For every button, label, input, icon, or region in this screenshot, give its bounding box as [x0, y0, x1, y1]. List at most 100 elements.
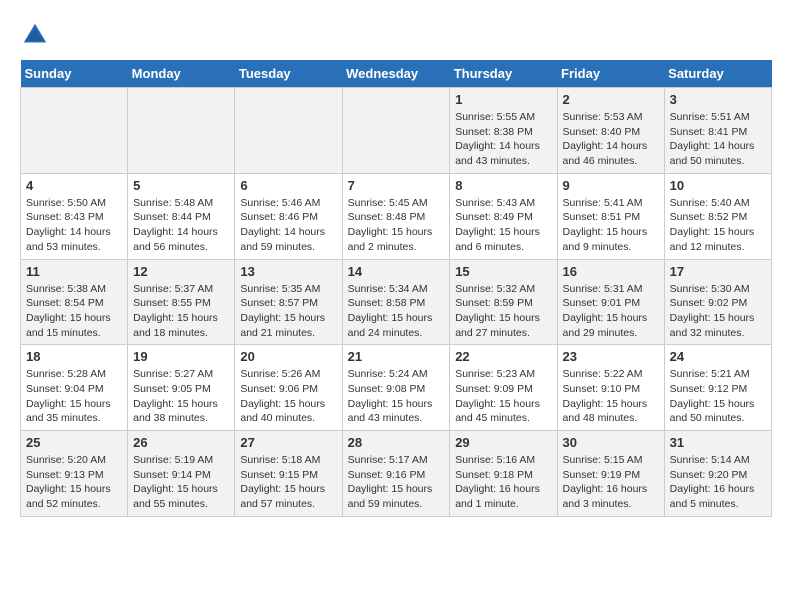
- day-info: Sunrise: 5:16 AM Sunset: 9:18 PM Dayligh…: [455, 453, 551, 512]
- calendar-cell: 6Sunrise: 5:46 AM Sunset: 8:46 PM Daylig…: [235, 173, 342, 259]
- day-info: Sunrise: 5:24 AM Sunset: 9:08 PM Dayligh…: [348, 367, 445, 426]
- day-header-friday: Friday: [557, 60, 664, 88]
- day-info: Sunrise: 5:21 AM Sunset: 9:12 PM Dayligh…: [670, 367, 766, 426]
- calendar-table: SundayMondayTuesdayWednesdayThursdayFrid…: [20, 60, 772, 517]
- calendar-week-row: 11 Sunrise: 5:38 AM Sunset: 8:54 PM Dayli…: [21, 259, 772, 345]
- day-header-monday: Monday: [128, 60, 235, 88]
- day-info: Sunrise: 5:17 AM Sunset: 9:16 PM Dayligh…: [348, 453, 445, 512]
- calendar-cell: 7 Sunrise: 5:45 AM Sunset: 8:48 PM Daylig…: [342, 173, 450, 259]
- calendar-cell: 24 Sunrise: 5:21 AM Sunset: 9:12 PM Dayli…: [664, 345, 771, 431]
- calendar-cell: 5 Sunrise: 5:48 AM Sunset: 8:44 PM Daylig…: [128, 173, 235, 259]
- calendar-cell: 3 Sunrise: 5:51 AM Sunset: 8:41 PM Daylig…: [664, 88, 771, 174]
- day-info: Sunrise: 5:18 AM Sunset: 9:15 PM Dayligh…: [240, 453, 336, 512]
- calendar-cell: 14 Sunrise: 5:34 AM Sunset: 8:58 PM Dayli…: [342, 259, 450, 345]
- logo: [20, 20, 54, 50]
- day-info: Sunrise: 5:50 AM Sunset: 8:43 PM Dayligh…: [26, 196, 122, 255]
- calendar-week-row: 25Sunrise: 5:20 AM Sunset: 9:13 PM Dayli…: [21, 431, 772, 517]
- calendar-week-row: 1Sunrise: 5:55 AM Sunset: 8:38 PM Daylig…: [21, 88, 772, 174]
- day-number: 16: [563, 264, 659, 279]
- calendar-cell: 4 Sunrise: 5:50 AM Sunset: 8:43 PM Daylig…: [21, 173, 128, 259]
- calendar-cell: 30 Sunrise: 5:15 AM Sunset: 9:19 PM Dayli…: [557, 431, 664, 517]
- day-info: Sunrise: 5:27 AM Sunset: 9:05 PM Dayligh…: [133, 367, 229, 426]
- day-info: Sunrise: 5:51 AM Sunset: 8:41 PM Dayligh…: [670, 110, 766, 169]
- day-number: 6: [240, 178, 336, 193]
- calendar-cell: [342, 88, 450, 174]
- day-info: Sunrise: 5:38 AM Sunset: 8:54 PM Dayligh…: [26, 282, 122, 341]
- day-info: Sunrise: 5:37 AM Sunset: 8:55 PM Dayligh…: [133, 282, 229, 341]
- day-number: 5: [133, 178, 229, 193]
- day-number: 8: [455, 178, 551, 193]
- day-info: Sunrise: 5:48 AM Sunset: 8:44 PM Dayligh…: [133, 196, 229, 255]
- calendar-cell: 29 Sunrise: 5:16 AM Sunset: 9:18 PM Dayli…: [450, 431, 557, 517]
- day-header-sunday: Sunday: [21, 60, 128, 88]
- day-info: Sunrise: 5:30 AM Sunset: 9:02 PM Dayligh…: [670, 282, 766, 341]
- day-info: Sunrise: 5:22 AM Sunset: 9:10 PM Dayligh…: [563, 367, 659, 426]
- calendar-cell: 18 Sunrise: 5:28 AM Sunset: 9:04 PM Dayli…: [21, 345, 128, 431]
- calendar-cell: [128, 88, 235, 174]
- day-header-thursday: Thursday: [450, 60, 557, 88]
- day-number: 24: [670, 349, 766, 364]
- day-info: Sunrise: 5:32 AM Sunset: 8:59 PM Dayligh…: [455, 282, 551, 341]
- logo-icon: [20, 20, 50, 50]
- calendar-cell: 28 Sunrise: 5:17 AM Sunset: 9:16 PM Dayli…: [342, 431, 450, 517]
- day-info: Sunrise: 5:31 AM Sunset: 9:01 PM Dayligh…: [563, 282, 659, 341]
- day-number: 12: [133, 264, 229, 279]
- day-number: 7: [348, 178, 445, 193]
- page-header: [20, 20, 772, 50]
- day-info: Sunrise: 5:40 AM Sunset: 8:52 PM Dayligh…: [670, 196, 766, 255]
- calendar-cell: 1Sunrise: 5:55 AM Sunset: 8:38 PM Daylig…: [450, 88, 557, 174]
- day-number: 18: [26, 349, 122, 364]
- day-number: 28: [348, 435, 445, 450]
- calendar-cell: 19 Sunrise: 5:27 AM Sunset: 9:05 PM Dayli…: [128, 345, 235, 431]
- calendar-cell: 21Sunrise: 5:24 AM Sunset: 9:08 PM Dayli…: [342, 345, 450, 431]
- calendar-week-row: 18 Sunrise: 5:28 AM Sunset: 9:04 PM Dayli…: [21, 345, 772, 431]
- day-info: Sunrise: 5:23 AM Sunset: 9:09 PM Dayligh…: [455, 367, 551, 426]
- day-info: Sunrise: 5:15 AM Sunset: 9:19 PM Dayligh…: [563, 453, 659, 512]
- calendar-cell: 10Sunrise: 5:40 AM Sunset: 8:52 PM Dayli…: [664, 173, 771, 259]
- day-number: 19: [133, 349, 229, 364]
- calendar-cell: 27Sunrise: 5:18 AM Sunset: 9:15 PM Dayli…: [235, 431, 342, 517]
- day-info: Sunrise: 5:28 AM Sunset: 9:04 PM Dayligh…: [26, 367, 122, 426]
- calendar-cell: 16 Sunrise: 5:31 AM Sunset: 9:01 PM Dayli…: [557, 259, 664, 345]
- day-info: Sunrise: 5:34 AM Sunset: 8:58 PM Dayligh…: [348, 282, 445, 341]
- day-header-tuesday: Tuesday: [235, 60, 342, 88]
- calendar-cell: [21, 88, 128, 174]
- day-info: Sunrise: 5:26 AM Sunset: 9:06 PM Dayligh…: [240, 367, 336, 426]
- calendar-week-row: 4 Sunrise: 5:50 AM Sunset: 8:43 PM Daylig…: [21, 173, 772, 259]
- day-number: 15: [455, 264, 551, 279]
- day-info: Sunrise: 5:19 AM Sunset: 9:14 PM Dayligh…: [133, 453, 229, 512]
- calendar-cell: 8Sunrise: 5:43 AM Sunset: 8:49 PM Daylig…: [450, 173, 557, 259]
- day-number: 9: [563, 178, 659, 193]
- day-info: Sunrise: 5:45 AM Sunset: 8:48 PM Dayligh…: [348, 196, 445, 255]
- day-number: 26: [133, 435, 229, 450]
- calendar-cell: 20 Sunrise: 5:26 AM Sunset: 9:06 PM Dayli…: [235, 345, 342, 431]
- day-header-saturday: Saturday: [664, 60, 771, 88]
- day-number: 11: [26, 264, 122, 279]
- day-info: Sunrise: 5:35 AM Sunset: 8:57 PM Dayligh…: [240, 282, 336, 341]
- day-info: Sunrise: 5:41 AM Sunset: 8:51 PM Dayligh…: [563, 196, 659, 255]
- calendar-cell: 23 Sunrise: 5:22 AM Sunset: 9:10 PM Dayli…: [557, 345, 664, 431]
- calendar-cell: 17 Sunrise: 5:30 AM Sunset: 9:02 PM Dayli…: [664, 259, 771, 345]
- calendar-cell: 31 Sunrise: 5:14 AM Sunset: 9:20 PM Dayli…: [664, 431, 771, 517]
- day-number: 2: [563, 92, 659, 107]
- day-number: 25: [26, 435, 122, 450]
- calendar-cell: 12 Sunrise: 5:37 AM Sunset: 8:55 PM Dayli…: [128, 259, 235, 345]
- day-number: 1: [455, 92, 551, 107]
- day-number: 4: [26, 178, 122, 193]
- calendar-cell: 22Sunrise: 5:23 AM Sunset: 9:09 PM Dayli…: [450, 345, 557, 431]
- day-number: 13: [240, 264, 336, 279]
- day-number: 17: [670, 264, 766, 279]
- day-number: 31: [670, 435, 766, 450]
- day-number: 30: [563, 435, 659, 450]
- day-number: 14: [348, 264, 445, 279]
- calendar-cell: 25Sunrise: 5:20 AM Sunset: 9:13 PM Dayli…: [21, 431, 128, 517]
- day-info: Sunrise: 5:14 AM Sunset: 9:20 PM Dayligh…: [670, 453, 766, 512]
- day-number: 3: [670, 92, 766, 107]
- calendar-header-row: SundayMondayTuesdayWednesdayThursdayFrid…: [21, 60, 772, 88]
- calendar-cell: [235, 88, 342, 174]
- day-number: 29: [455, 435, 551, 450]
- calendar-cell: 9 Sunrise: 5:41 AM Sunset: 8:51 PM Daylig…: [557, 173, 664, 259]
- calendar-cell: 11 Sunrise: 5:38 AM Sunset: 8:54 PM Dayli…: [21, 259, 128, 345]
- day-number: 23: [563, 349, 659, 364]
- day-number: 20: [240, 349, 336, 364]
